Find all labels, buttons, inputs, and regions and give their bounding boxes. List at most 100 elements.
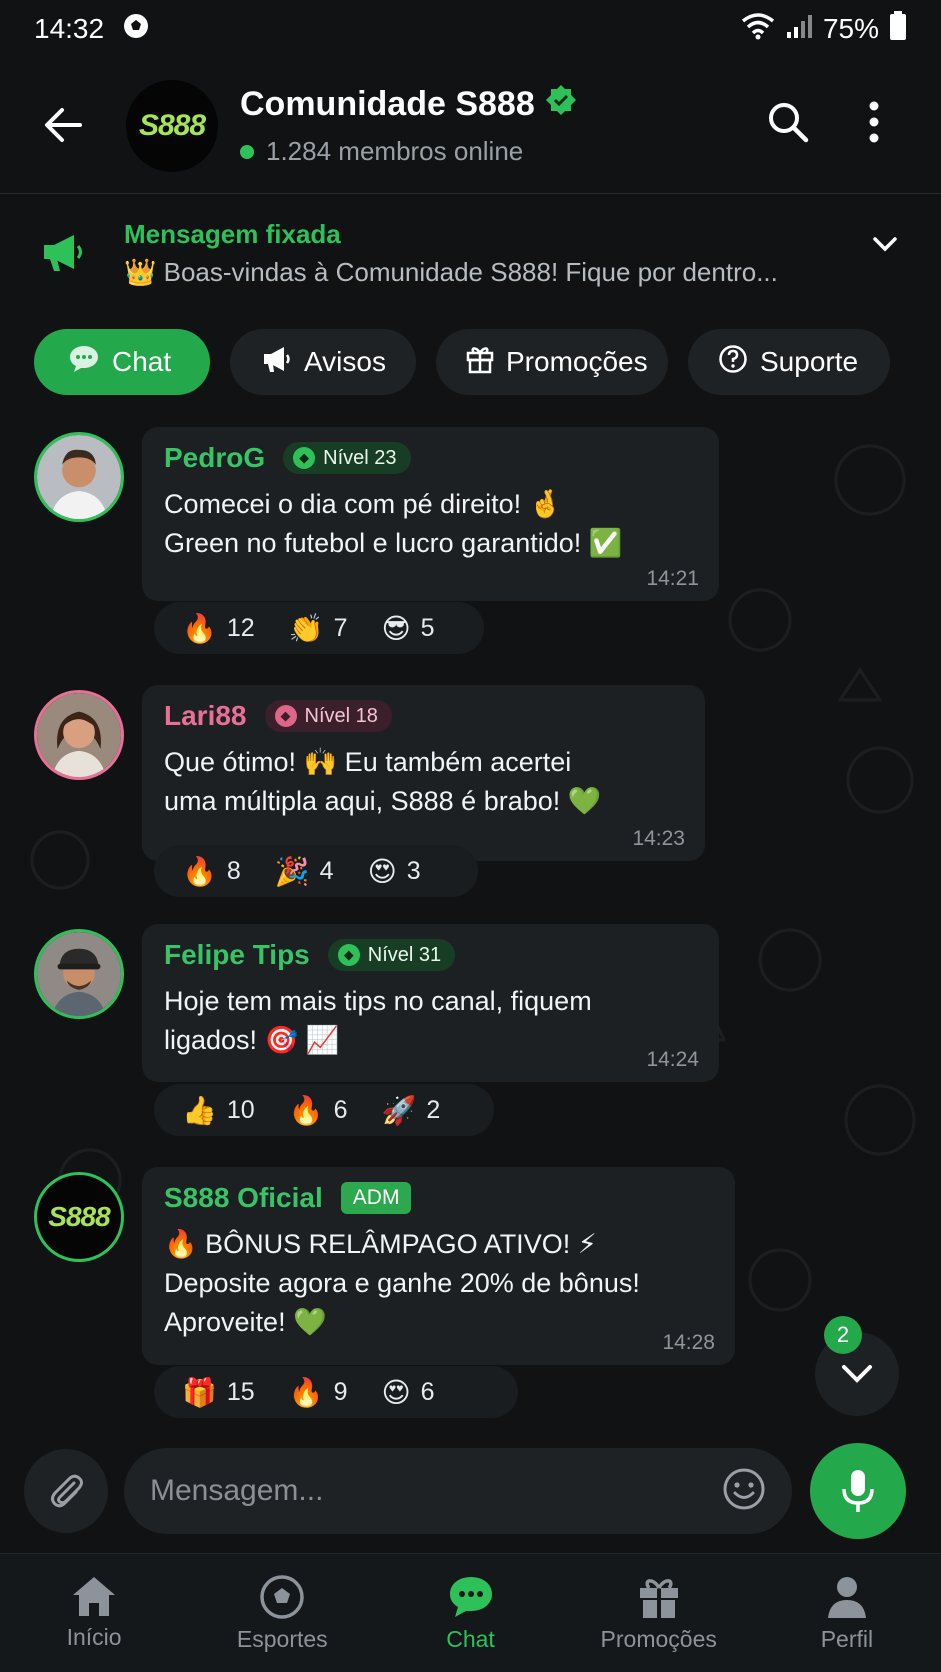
nav-label: Esportes	[236, 1626, 328, 1652]
reaction-emoji: 🔥	[182, 612, 217, 644]
reaction-emoji: 😎	[381, 612, 411, 644]
message-time: 14:28	[662, 1331, 715, 1354]
nav-label: Promoções	[600, 1626, 717, 1652]
tab-label: Promoções	[506, 346, 648, 377]
gift-icon	[639, 1579, 678, 1618]
avatar[interactable]	[34, 929, 124, 1019]
nav-inicio[interactable]: Início	[0, 1554, 188, 1672]
sender-name[interactable]: Lari88	[164, 700, 247, 732]
pinned-message[interactable]: Mensagem fixada 👑 Boas-vindas à Comunida…	[0, 195, 941, 310]
mic-button[interactable]	[810, 1443, 906, 1539]
search-icon[interactable]	[766, 100, 810, 149]
channel-tabs: Chat Avisos Promoções Suporte	[34, 329, 890, 395]
help-circle-icon	[718, 344, 748, 381]
reaction-emoji: 👏	[288, 612, 324, 644]
nav-perfil[interactable]: Perfil	[753, 1554, 941, 1672]
reaction-count: 5	[420, 613, 435, 642]
avatar[interactable]	[34, 690, 124, 780]
sender-name[interactable]: Felipe Tips	[164, 939, 310, 971]
battery-level: 75%	[822, 13, 879, 44]
shield-icon: ◆	[337, 944, 360, 966]
reaction-emoji: 🎉	[274, 855, 310, 887]
reaction-chip[interactable]: 🎁 15	[168, 1376, 275, 1409]
more-vertical-icon[interactable]	[868, 100, 880, 149]
reaction-count: 15	[226, 1377, 255, 1406]
admin-badge: ADM	[340, 1182, 412, 1214]
sender-name[interactable]: S888 Oficial	[164, 1182, 323, 1214]
tab-suporte[interactable]: Suporte	[688, 329, 890, 395]
verified-badge-icon	[545, 84, 577, 125]
signal-icon	[785, 12, 813, 47]
message-bubble[interactable]: Lari88 ◆ Nível 18 Que ótimo! 🙌 Eu também …	[142, 685, 705, 861]
chat-bubble-icon	[449, 1577, 492, 1617]
level-badge: ◆ Nível 23	[283, 442, 411, 474]
reaction-chip[interactable]: 😍 6	[367, 1376, 454, 1409]
unread-count-badge: 2	[824, 1316, 862, 1354]
pinned-text: 👑 Boas-vindas à Comunidade S888! Fique p…	[124, 257, 778, 287]
microphone-icon	[842, 1470, 874, 1512]
nav-label: Perfil	[820, 1626, 874, 1652]
chevron-down-icon[interactable]	[872, 236, 898, 257]
reaction-chip[interactable]: 👍 10	[168, 1094, 275, 1127]
level-label: Nível 18	[304, 704, 378, 727]
reaction-count: 7	[333, 613, 348, 642]
sender-name[interactable]: PedroG	[164, 442, 265, 474]
group-title[interactable]: Comunidade S888	[240, 84, 577, 125]
reaction-chip[interactable]: 😎 5	[367, 612, 454, 645]
level-badge: ◆ Nível 31	[327, 939, 456, 971]
reactions-bar: 🔥 12 👏 7 😎 5	[154, 602, 484, 654]
online-status: 1.284 membros online	[240, 136, 523, 167]
gift-icon	[466, 344, 494, 381]
message-text: Comecei o dia com pé direito! 🤞 Green no…	[164, 489, 623, 558]
nav-promocoes[interactable]: Promoções	[565, 1554, 753, 1672]
reaction-emoji: 🔥	[182, 855, 217, 887]
reaction-count: 3	[406, 856, 421, 885]
group-logo-text: S888	[138, 109, 206, 142]
chat-header: S888 Comunidade S888 1.284 membros onlin…	[0, 60, 941, 194]
tab-promocoes[interactable]: Promoções	[436, 329, 668, 395]
avatar[interactable]	[34, 432, 124, 522]
chat-screen: 14:32 75% S888 Comunidade S888 1.284 mem…	[0, 0, 941, 1672]
reaction-chip[interactable]: 🔥 6	[275, 1094, 368, 1127]
reaction-chip[interactable]: 🚀 2	[367, 1094, 460, 1127]
message-input[interactable]	[150, 1474, 722, 1508]
message-bubble[interactable]: S888 Oficial ADM 🔥 BÔNUS RELÂMPAGO ATIVO…	[142, 1167, 735, 1365]
avatar[interactable]: S888	[34, 1172, 124, 1262]
online-dot-icon	[240, 144, 254, 159]
reaction-chip[interactable]: 🔥 12	[168, 612, 275, 645]
reactions-bar: 👍 10 🔥 6 🚀 2	[154, 1084, 494, 1136]
bottom-navigation: Início Esportes Chat Promoções Perfil	[0, 1553, 941, 1672]
soccer-ball-icon	[122, 12, 150, 47]
reaction-emoji: 😍	[367, 855, 397, 887]
reaction-emoji: 👍	[182, 1094, 217, 1126]
reaction-chip[interactable]: 🎉 4	[261, 855, 354, 888]
tab-label: Suporte	[760, 346, 859, 377]
shield-icon: ◆	[293, 447, 316, 469]
reaction-chip[interactable]: 😍 3	[354, 855, 441, 888]
reaction-chip[interactable]: 👏 7	[275, 612, 368, 645]
reactions-bar: 🔥 8 🎉 4 😍 3	[154, 845, 478, 897]
group-name: Comunidade S888	[240, 85, 535, 123]
shield-icon: ◆	[274, 705, 297, 727]
reaction-count: 10	[226, 1095, 255, 1124]
message-bubble[interactable]: Felipe Tips ◆ Nível 31 Hoje tem mais tips…	[142, 924, 719, 1082]
tab-label: Chat	[112, 346, 172, 377]
nav-chat[interactable]: Chat	[376, 1554, 564, 1672]
reaction-count: 9	[333, 1377, 348, 1406]
message-text: Que ótimo! 🙌 Eu também acertei uma múlti…	[164, 747, 602, 816]
group-avatar[interactable]: S888	[126, 80, 218, 172]
wifi-icon	[741, 12, 775, 47]
nav-esportes[interactable]: Esportes	[188, 1554, 376, 1672]
back-arrow-icon[interactable]	[40, 102, 86, 148]
attach-button[interactable]	[24, 1449, 108, 1533]
reaction-chip[interactable]: 🔥 9	[275, 1376, 368, 1409]
megaphone-icon	[262, 345, 292, 380]
reaction-count: 4	[319, 856, 334, 885]
emoji-icon[interactable]	[722, 1467, 766, 1516]
tab-chat[interactable]: Chat	[34, 329, 210, 395]
reaction-chip[interactable]: 🔥 8	[168, 855, 261, 888]
message-input-wrapper	[124, 1448, 792, 1534]
message-time: 14:23	[632, 827, 685, 850]
tab-avisos[interactable]: Avisos	[230, 329, 416, 395]
message-bubble[interactable]: PedroG ◆ Nível 23 Comecei o dia com pé di…	[142, 427, 719, 601]
